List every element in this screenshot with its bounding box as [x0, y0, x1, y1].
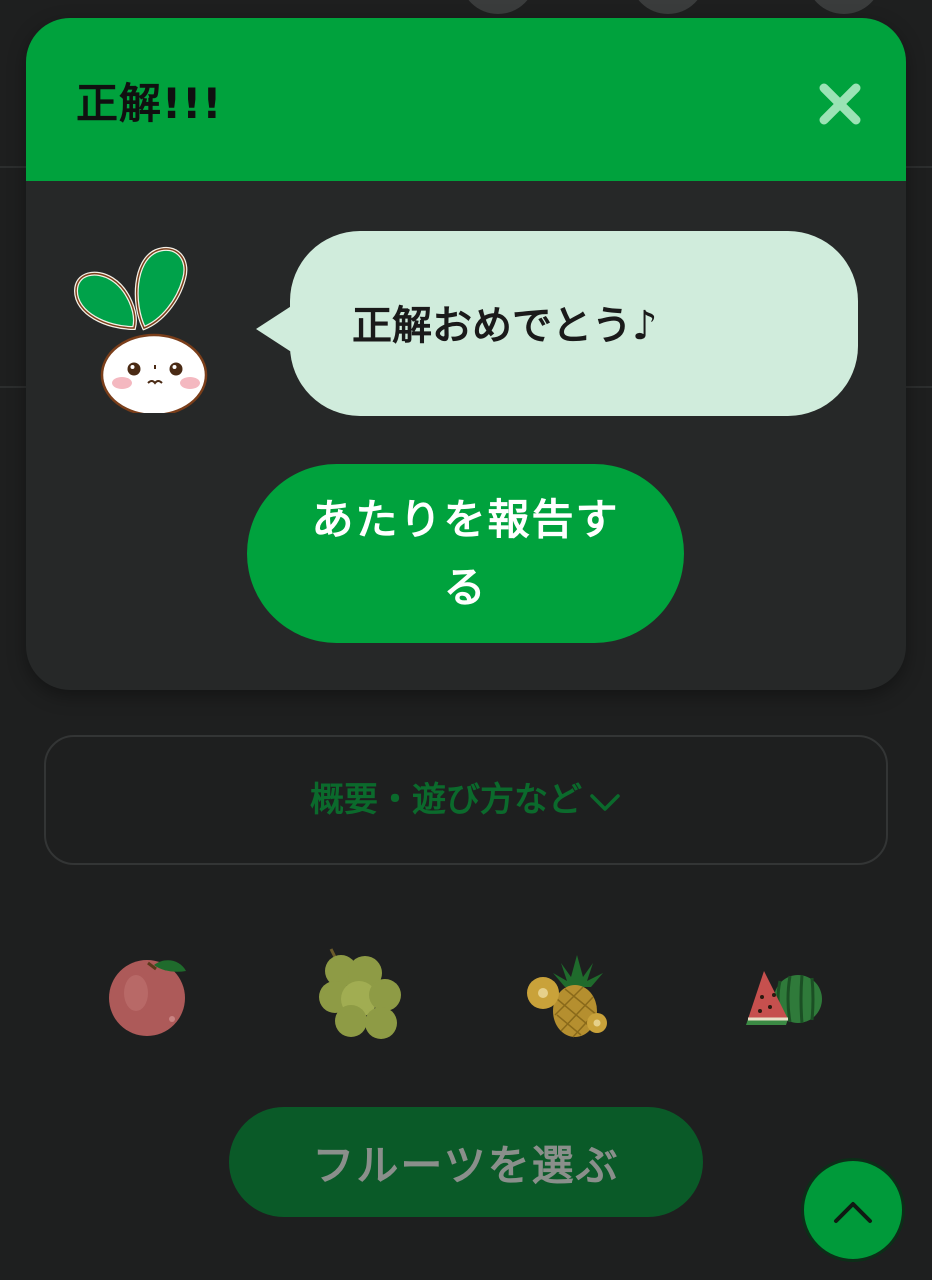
- overview-accordion[interactable]: 概要・遊び方など: [44, 735, 888, 865]
- overview-label: 概要・遊び方など: [310, 780, 582, 820]
- chevron-up-icon: [834, 1202, 872, 1223]
- dialog-header: 正解!!!: [26, 18, 906, 181]
- scroll-to-top-button[interactable]: [801, 1158, 905, 1262]
- grapes-icon: [319, 948, 401, 1039]
- background-icon: [460, 0, 536, 14]
- page: 正解!!! 正解おめでとう♪ あたりを報告する 概要・遊び方など フルーツを選ぶ: [0, 0, 932, 1280]
- result-dialog: 正解!!! 正解おめでとう♪ あたりを報告する: [26, 18, 906, 690]
- overview-label-row: 概要・遊び方など: [46, 777, 886, 823]
- congrats-message: 正解おめでとう♪: [352, 303, 658, 349]
- background-icon: [630, 0, 706, 14]
- watermelon-icon: [746, 971, 822, 1025]
- report-win-button[interactable]: あたりを報告する: [247, 464, 684, 643]
- dialog-title: 正解!!!: [76, 79, 223, 128]
- chevron-down-icon: [590, 793, 620, 811]
- peach-icon: [109, 960, 186, 1036]
- fruit-watermelon[interactable]: [740, 945, 850, 1055]
- fruit-pineapple[interactable]: [521, 945, 631, 1055]
- background-icon: [806, 0, 882, 14]
- close-icon: [819, 83, 861, 125]
- choose-fruit-button[interactable]: フルーツを選ぶ: [229, 1107, 703, 1217]
- choose-fruit-label: フルーツを選ぶ: [312, 1140, 620, 1190]
- speech-bubble: 正解おめでとう♪: [290, 231, 858, 416]
- report-win-label: あたりを報告する: [311, 494, 620, 612]
- fruit-peach[interactable]: [96, 945, 206, 1055]
- mascot-icon: [73, 247, 208, 413]
- close-button[interactable]: [810, 74, 870, 134]
- pineapple-icon: [527, 955, 607, 1038]
- fruit-grapes[interactable]: [311, 945, 421, 1055]
